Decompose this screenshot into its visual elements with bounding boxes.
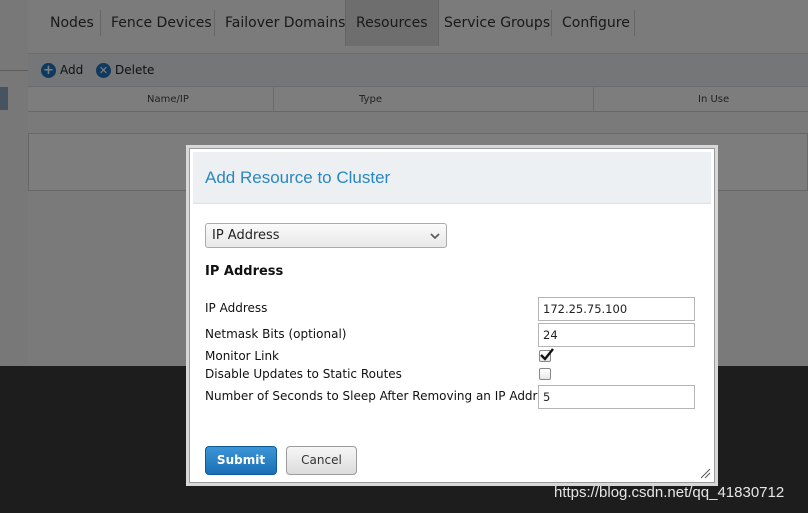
disable-updates-label: Disable Updates to Static Routes [205,367,402,381]
resize-grip-icon[interactable] [699,467,711,479]
ip-address-input[interactable] [538,297,695,321]
monitor-link-checkbox[interactable] [539,348,554,362]
add-resource-dialog: Add Resource to Cluster IP Address IP Ad… [189,148,715,483]
sleep-seconds-label: Number of Seconds to Sleep After Removin… [205,389,558,403]
sleep-seconds-input[interactable] [538,385,695,409]
monitor-link-label: Monitor Link [205,349,280,363]
resource-type-selected: IP Address [212,228,280,243]
disable-updates-checkbox[interactable] [539,368,551,380]
ip-address-label: IP Address [205,301,268,315]
checkmark-icon [540,348,554,361]
dialog-title: Add Resource to Cluster [205,168,391,187]
section-title: IP Address [205,264,284,279]
submit-button[interactable]: Submit [205,446,277,475]
watermark-text: https://blog.csdn.net/qq_41830712 [554,484,785,501]
dialog-header: Add Resource to Cluster [193,152,711,204]
cancel-button[interactable]: Cancel [286,446,357,475]
netmask-bits-label: Netmask Bits (optional) [205,327,347,341]
netmask-bits-input[interactable] [538,323,695,347]
chevron-down-icon [430,233,440,240]
resource-type-select[interactable]: IP Address [205,223,447,248]
